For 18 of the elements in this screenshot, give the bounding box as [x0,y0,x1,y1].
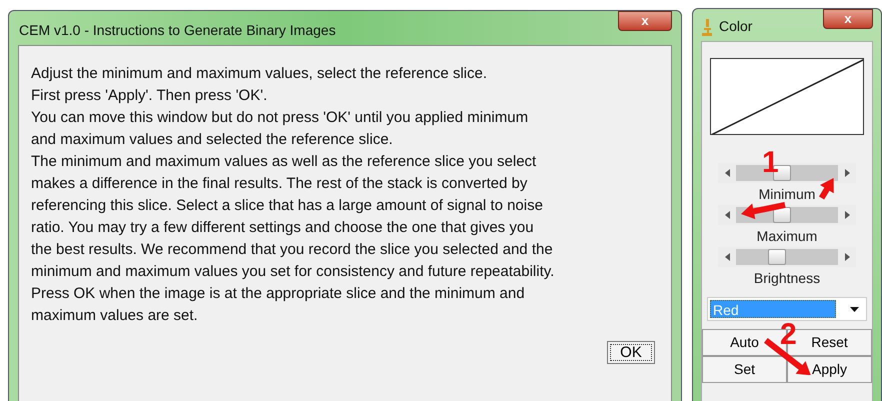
window-title: CEM v1.0 - Instructions to Generate Binary Images [19,21,336,40]
instructions-text: Adjust the minimum and maximum values, select the reference slice. First press 'Apply'. Then press 'OK'. You can move this window but do not press 'OK' until you applied minimum and maximum values and selected the reference slice. The minimum and maximum values as well as the reference slice you select makes a difference in the final results. The rest of the stack is converted by referencing this slice. Select a slice that has a large amount of signal to noise ratio. You may try a few different settings and choose the one that gives you the best results. We recommend that you record the slice you selected and the minimum and maximum values you set for consistency and future repeatability. Press OK when the image is at the appropriate slice and the minimum and maximum values are set. [31,64,556,326]
panel-button[interactable]: Set [702,356,787,383]
panel-button[interactable]: Apply [787,356,872,383]
window-title: Color [719,17,752,36]
dropdown-value: Red [710,300,836,318]
microscope-icon [701,18,713,36]
slider-thumb[interactable] [768,249,786,265]
annotation-arrow [741,202,786,220]
ok-button[interactable]: OK [607,341,655,364]
slider[interactable] [718,205,856,225]
slider-label: Maximum [756,227,818,246]
dropdown-caret-icon [850,306,859,312]
slider-label: Brightness [754,269,820,288]
slider[interactable] [718,247,856,267]
slider-label: Minimum [758,185,816,204]
annotation-number: 1 [762,148,779,178]
annotation-arrow [819,178,834,200]
